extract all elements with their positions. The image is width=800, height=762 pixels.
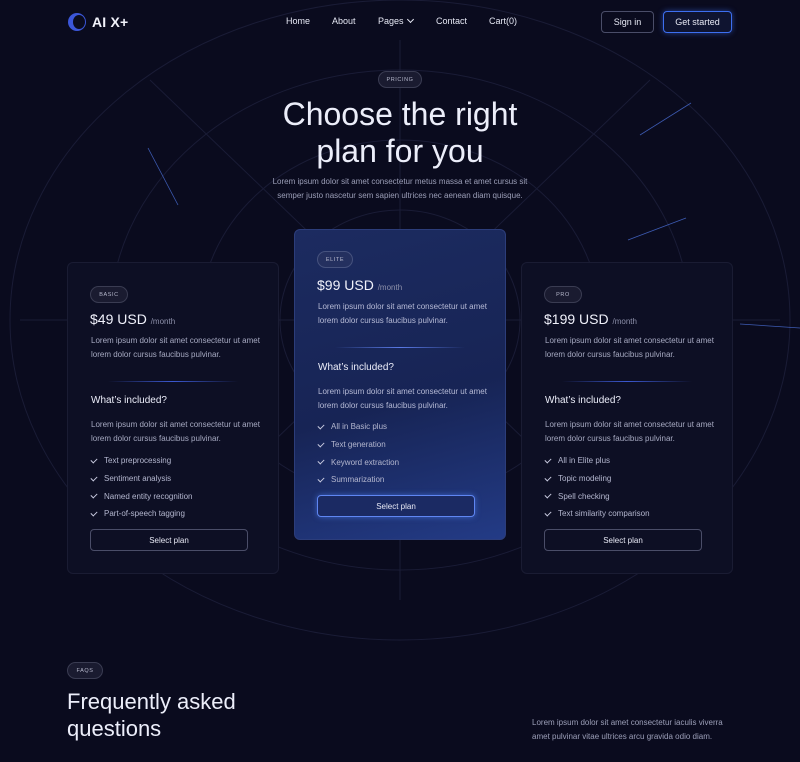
feature-label: Named entity recognition — [104, 491, 193, 501]
feature-label: Text preprocessing — [104, 456, 172, 466]
check-icon — [317, 422, 325, 430]
list-item: Text generation — [317, 436, 399, 454]
plan-description: Lorem ipsum dolor sit amet consectetur u… — [91, 336, 260, 359]
select-plan-basic-button[interactable]: Select plan — [90, 529, 248, 551]
plan-badge: ELITE — [317, 251, 353, 268]
feature-label: Text generation — [331, 440, 386, 450]
list-item: Named entity recognition — [90, 487, 193, 505]
plan-price-amount: $99 USD — [317, 277, 374, 293]
nav-link-pages[interactable]: Pages — [378, 15, 414, 26]
check-icon — [544, 509, 552, 517]
included-description: Lorem ipsum dolor sit amet consectetur u… — [91, 420, 260, 443]
included-description: Lorem ipsum dolor sit amet consectetur u… — [318, 387, 487, 410]
faq-title: Frequently asked questions — [67, 688, 236, 742]
plan-price: $99 USD /month — [317, 277, 402, 293]
list-item: Text preprocessing — [90, 452, 193, 470]
feature-label: Spell checking — [558, 491, 610, 501]
pricing-card-elite: ELITE $99 USD /month Lorem ipsum dolor s… — [294, 229, 506, 540]
nav-link-home[interactable]: Home — [286, 16, 310, 26]
included-heading: What’s included? — [545, 395, 621, 406]
check-icon — [90, 491, 98, 499]
check-icon — [90, 473, 98, 482]
feature-list: Text preprocessing Sentiment analysis Na… — [90, 452, 193, 523]
check-icon — [544, 456, 552, 464]
divider — [335, 347, 465, 348]
check-icon — [317, 457, 325, 465]
divider — [108, 381, 238, 382]
plan-description: Lorem ipsum dolor sit amet consectetur u… — [545, 336, 714, 359]
divider — [562, 381, 692, 382]
sign-in-button[interactable]: Sign in — [601, 11, 654, 33]
chevron-down-icon — [406, 15, 414, 24]
feature-list: All in Basic plus Text generation Keywor… — [317, 418, 400, 489]
check-icon — [544, 491, 552, 499]
nav-link-about[interactable]: About — [332, 16, 356, 26]
feature-label: Sentiment analysis — [104, 474, 172, 484]
list-item: Sentiment analysis — [90, 470, 193, 488]
logo-icon — [68, 13, 86, 31]
feature-label: Keyword extraction — [331, 457, 400, 467]
included-heading: What’s included? — [91, 395, 167, 406]
check-icon — [544, 473, 552, 482]
faq-title-line-2: questions — [67, 716, 162, 741]
included-heading: What’s included? — [318, 362, 394, 373]
feature-list: All in Elite plus Topic modeling Spell c… — [544, 452, 650, 523]
feature-label: Topic modeling — [558, 474, 612, 484]
feature-label: All in Elite plus — [558, 456, 611, 466]
plan-price: $199 USD /month — [544, 311, 637, 327]
check-icon — [317, 475, 325, 483]
feature-label: Part-of-speech tagging — [104, 509, 185, 519]
pricing-card-pro: PRO $199 USD /month Lorem ipsum dolor si… — [521, 262, 733, 574]
faqs-badge: FAQS — [67, 662, 103, 679]
plan-badge: BASIC — [90, 286, 128, 303]
list-item: All in Elite plus — [544, 452, 650, 470]
check-icon — [90, 509, 98, 517]
page-title-line-1: Choose the right — [282, 96, 518, 132]
select-plan-elite-button[interactable]: Select plan — [317, 495, 475, 517]
hero-subtitle: Lorem ipsum dolor sit amet consectetur m… — [272, 177, 528, 200]
feature-label: All in Basic plus — [331, 422, 388, 432]
list-item: Summarization — [317, 471, 399, 489]
plan-price-period: /month — [150, 317, 176, 326]
included-description: Lorem ipsum dolor sit amet consectetur u… — [545, 420, 714, 443]
nav-link-pages-label: Pages — [378, 16, 404, 26]
nav-link-contact[interactable]: Contact — [436, 16, 467, 26]
check-icon — [90, 456, 98, 464]
page-title: Choose the right plan for you — [0, 96, 800, 170]
list-item: Topic modeling — [544, 470, 650, 488]
feature-label: Summarization — [331, 475, 385, 485]
plan-description: Lorem ipsum dolor sit amet consectetur u… — [318, 302, 487, 325]
get-started-button[interactable]: Get started — [663, 11, 732, 33]
plan-price-period: /month — [612, 317, 637, 326]
page-title-line-2: plan for you — [316, 133, 484, 169]
plan-price-amount: $199 USD — [544, 311, 609, 327]
list-item: Text similarity comparison — [544, 505, 650, 523]
pricing-card-basic: BASIC $49 USD /month Lorem ipsum dolor s… — [67, 262, 279, 574]
pricing-badge: PRICING — [378, 71, 422, 88]
plan-price-amount: $49 USD — [90, 311, 147, 327]
list-item: Spell checking — [544, 487, 650, 505]
top-navigation: AI X+ Home About Pages Contact Cart(0) S… — [0, 0, 800, 44]
faq-title-line-1: Frequently asked — [67, 689, 236, 714]
plan-price-period: /month — [377, 283, 403, 292]
brand-name: AI X+ — [92, 14, 129, 30]
plan-badge: PRO — [544, 286, 582, 303]
select-plan-pro-button[interactable]: Select plan — [544, 529, 702, 551]
list-item: Keyword extraction — [317, 453, 400, 471]
feature-label: Text similarity comparison — [558, 509, 650, 519]
list-item: All in Basic plus — [317, 418, 399, 436]
check-icon — [317, 439, 325, 448]
brand-logo[interactable]: AI X+ — [68, 13, 128, 31]
faq-subtitle: Lorem ipsum dolor sit amet consectetur i… — [532, 718, 723, 741]
nav-link-cart[interactable]: Cart(0) — [489, 16, 517, 26]
list-item: Part-of-speech tagging — [90, 505, 193, 523]
plan-price: $49 USD /month — [90, 311, 175, 327]
